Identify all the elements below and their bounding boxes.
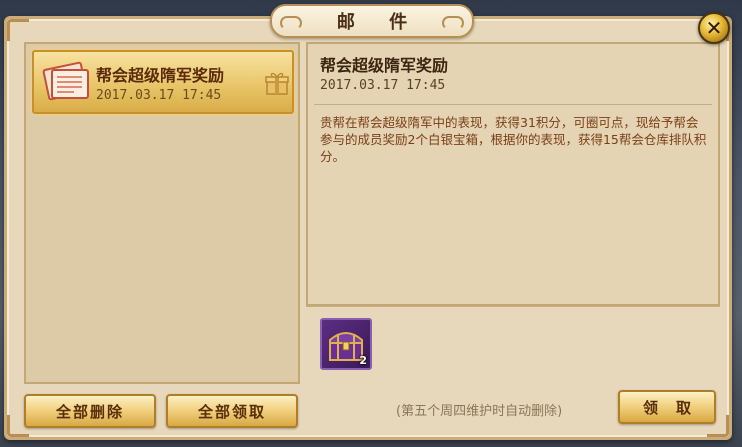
mail-detail-title: 帮会超级隋军奖励	[320, 56, 449, 75]
auto-delete-note: (第五个周四维护时自动删除)	[396, 404, 563, 419]
letter-icon	[42, 61, 89, 101]
mail-detail-panel: 帮会超级隋军奖励 2017.03.17 17:45 贵帮在帮会超级隋军中的表现，…	[306, 42, 720, 306]
claim-all-button[interactable]: 全部领取	[166, 394, 298, 428]
window-title: 邮 件	[336, 12, 422, 33]
reward-count: 2	[359, 354, 367, 367]
mail-list: 帮会超级隋军奖励 2017.03.17 17:45	[24, 42, 300, 384]
mail-list-item[interactable]: 帮会超级隋军奖励 2017.03.17 17:45	[32, 50, 294, 114]
swirl-ornament-icon	[280, 16, 302, 30]
mail-item-title: 帮会超级隋军奖励	[96, 66, 225, 85]
gift-icon	[265, 72, 289, 95]
reward-item-slot[interactable]: 2	[320, 318, 372, 370]
close-button[interactable]: ✕	[698, 12, 730, 44]
mail-detail-body: 贵帮在帮会超级隋军中的表现，获得31积分，可圈可点，现给予帮会参与的成员奖励2个…	[320, 115, 707, 164]
mail-detail-date: 2017.03.17 17:45	[320, 78, 446, 93]
claim-button[interactable]: 领取	[618, 390, 716, 424]
swirl-ornament-icon	[442, 16, 464, 30]
divider	[314, 104, 712, 105]
delete-all-button[interactable]: 全部删除	[24, 394, 156, 428]
mail-item-date: 2017.03.17 17:45	[96, 88, 222, 103]
frame-corner-ornament	[7, 19, 29, 41]
window-title-plaque: 邮 件	[270, 4, 474, 38]
close-icon: ✕	[705, 16, 723, 40]
